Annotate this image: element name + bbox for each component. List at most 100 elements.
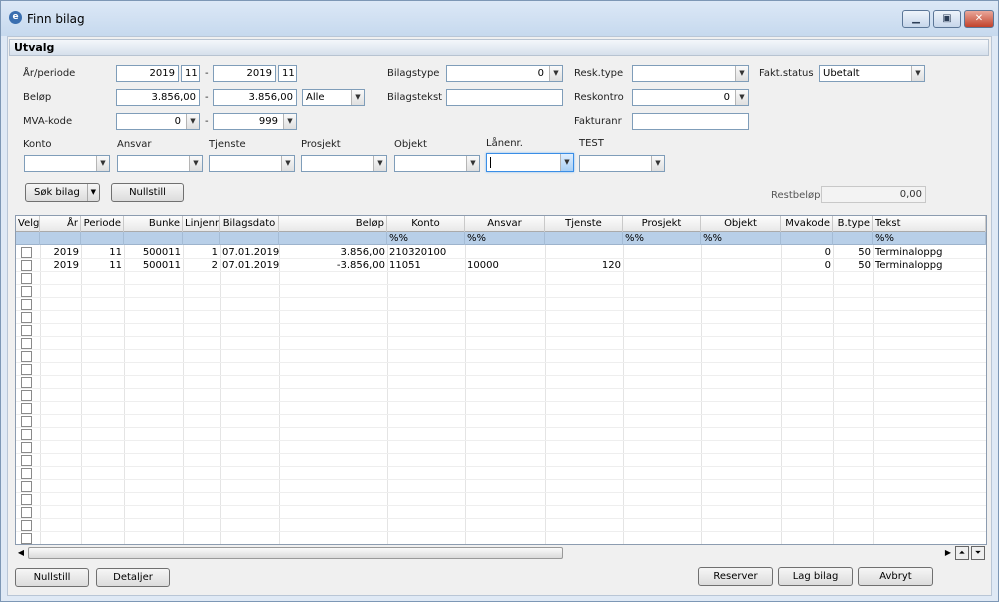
to-period-field[interactable]: 11: [278, 65, 297, 82]
col-konto[interactable]: Konto: [387, 216, 465, 232]
velg-checkbox[interactable]: [21, 520, 32, 531]
velg-checkbox[interactable]: [21, 338, 32, 349]
chevron-down-icon[interactable]: ▼: [96, 156, 109, 171]
velg-checkbox[interactable]: [21, 455, 32, 466]
to-year-field[interactable]: 2019: [213, 65, 276, 82]
bilagstype-combo[interactable]: 0 ▼: [446, 65, 563, 82]
bilagstekst-field[interactable]: [446, 89, 563, 106]
filter-bilagsdato[interactable]: [220, 232, 279, 245]
tjenste-dim-combo[interactable]: ▼: [209, 155, 295, 172]
lag-bilag-button[interactable]: Lag bilag: [778, 567, 853, 586]
col-bilagsdato[interactable]: Bilagsdato: [220, 216, 279, 232]
avbryt-button[interactable]: Avbryt: [858, 567, 933, 586]
chevron-down-icon[interactable]: ▼: [351, 90, 364, 105]
col-periode[interactable]: Periode: [81, 216, 124, 232]
col-linjenr[interactable]: Linjenr: [183, 216, 220, 232]
col-prosjekt[interactable]: Prosjekt: [623, 216, 701, 232]
scroll-right-icon[interactable]: ▶: [943, 546, 953, 560]
chevron-down-icon[interactable]: ▼: [373, 156, 386, 171]
velg-checkbox[interactable]: [21, 364, 32, 375]
col-belop[interactable]: Beløp: [279, 216, 387, 232]
filter-btype[interactable]: [833, 232, 873, 245]
col-tjenste[interactable]: Tjenste: [545, 216, 623, 232]
chevron-down-icon[interactable]: ▼: [735, 90, 748, 105]
test-dim-combo[interactable]: ▼: [579, 155, 665, 172]
filter-tekst[interactable]: %%: [873, 232, 986, 245]
chevron-down-icon[interactable]: ▼: [189, 156, 202, 171]
from-period-field[interactable]: 11: [181, 65, 200, 82]
minimize-button[interactable]: ▁: [902, 10, 930, 28]
velg-checkbox[interactable]: [21, 481, 32, 492]
velg-checkbox[interactable]: [21, 494, 32, 505]
chevron-down-icon[interactable]: ▼: [283, 114, 296, 129]
horizontal-scrollbar[interactable]: ◀ ▶ ⏶ ⏷: [15, 546, 987, 560]
chevron-down-icon[interactable]: ▼: [466, 156, 479, 171]
filter-tjenste[interactable]: [545, 232, 623, 245]
grid-filter-row[interactable]: %% %% %% %% %%: [16, 232, 986, 245]
lanenr-dim-combo[interactable]: ▼: [486, 153, 574, 172]
reskontro-combo[interactable]: 0 ▼: [632, 89, 749, 106]
velg-checkbox[interactable]: [21, 312, 32, 323]
filter-mvakode[interactable]: [781, 232, 833, 245]
velg-checkbox[interactable]: [21, 377, 32, 388]
velg-checkbox[interactable]: [21, 299, 32, 310]
velg-checkbox[interactable]: [21, 390, 32, 401]
table-row[interactable]: 2019 11 500011 1 07.01.2019 3.856,00 210…: [16, 246, 986, 259]
filter-ansvar[interactable]: %%: [465, 232, 545, 245]
scroll-left-icon[interactable]: ◀: [15, 546, 27, 560]
velg-checkbox[interactable]: [21, 429, 32, 440]
fakturanr-field[interactable]: [632, 113, 749, 130]
chevron-down-icon[interactable]: ▼: [735, 66, 748, 81]
chevron-down-icon[interactable]: ▼: [281, 156, 294, 171]
velg-checkbox[interactable]: [21, 416, 32, 427]
fakt-status-combo[interactable]: Ubetalt ▼: [819, 65, 925, 82]
bilag-grid[interactable]: Velg År Periode Bunke Linjenr Bilagsdato…: [15, 215, 987, 545]
scroll-bottom-icon[interactable]: ⏷: [971, 546, 985, 560]
col-mvakode[interactable]: Mvakode: [781, 216, 833, 232]
nullstill-utvalg-button[interactable]: Nullstill: [111, 183, 184, 202]
mva-from-combo[interactable]: 0 ▼: [116, 113, 200, 130]
filter-periode[interactable]: [81, 232, 124, 245]
filter-konto[interactable]: %%: [387, 232, 465, 245]
resk-type-combo[interactable]: ▼: [632, 65, 749, 82]
velg-checkbox[interactable]: [21, 351, 32, 362]
filter-bunke[interactable]: [124, 232, 183, 245]
col-bunke[interactable]: Bunke: [124, 216, 183, 232]
chevron-down-icon[interactable]: ▼: [186, 114, 199, 129]
velg-checkbox[interactable]: [21, 325, 32, 336]
velg-checkbox[interactable]: [21, 403, 32, 414]
filter-prosjekt[interactable]: %%: [623, 232, 701, 245]
chevron-down-icon[interactable]: ▼: [549, 66, 562, 81]
chevron-down-icon[interactable]: ▼: [651, 156, 664, 171]
ansvar-dim-combo[interactable]: ▼: [117, 155, 203, 172]
detaljer-button[interactable]: Detaljer: [96, 568, 170, 587]
col-objekt[interactable]: Objekt: [701, 216, 781, 232]
filter-velg[interactable]: [16, 232, 40, 245]
filter-belop[interactable]: [279, 232, 387, 245]
mva-to-combo[interactable]: 999 ▼: [213, 113, 297, 130]
chevron-down-icon[interactable]: ▼: [560, 154, 573, 171]
velg-checkbox[interactable]: [21, 507, 32, 518]
close-button[interactable]: ✕: [964, 10, 994, 28]
sok-bilag-button[interactable]: Søk bilag ▼: [25, 183, 100, 202]
belop-mode-combo[interactable]: Alle ▼: [302, 89, 365, 106]
from-year-field[interactable]: 2019: [116, 65, 179, 82]
reserver-button[interactable]: Reserver: [698, 567, 773, 586]
scroll-top-icon[interactable]: ⏶: [955, 546, 969, 560]
scroll-thumb[interactable]: [28, 547, 563, 559]
belop-to-field[interactable]: 3.856,00: [213, 89, 297, 106]
velg-checkbox[interactable]: [21, 273, 32, 284]
col-tekst[interactable]: Tekst: [873, 216, 986, 232]
filter-linjenr[interactable]: [183, 232, 220, 245]
col-ansvar[interactable]: Ansvar: [465, 216, 545, 232]
filter-ar[interactable]: [40, 232, 81, 245]
chevron-down-icon[interactable]: ▼: [911, 66, 924, 81]
col-btype[interactable]: B.type: [833, 216, 873, 232]
velg-checkbox[interactable]: [21, 286, 32, 297]
velg-checkbox[interactable]: [21, 442, 32, 453]
col-velg[interactable]: Velg: [16, 216, 40, 232]
prosjekt-dim-combo[interactable]: ▼: [301, 155, 387, 172]
velg-checkbox[interactable]: [21, 468, 32, 479]
konto-dim-combo[interactable]: ▼: [24, 155, 110, 172]
table-row[interactable]: 2019 11 500011 2 07.01.2019 -3.856,00 11…: [16, 259, 986, 272]
